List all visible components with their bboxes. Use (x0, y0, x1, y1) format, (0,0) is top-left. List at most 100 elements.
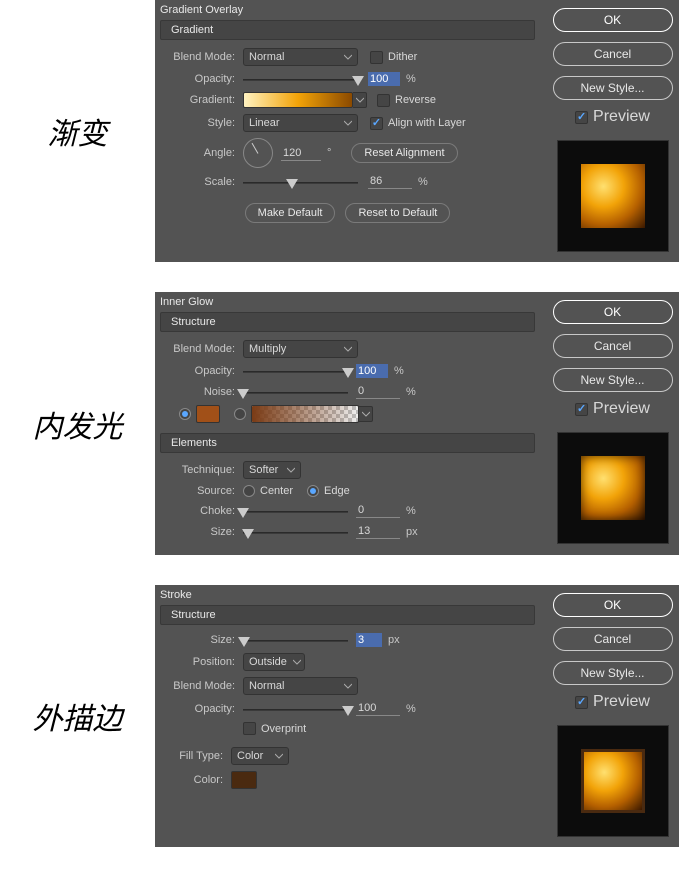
opacity-label: Opacity: (165, 365, 235, 377)
opacity-input[interactable] (368, 72, 400, 86)
chevron-down-icon (344, 119, 352, 127)
glow-gradient-dropdown[interactable] (359, 406, 373, 422)
angle-input[interactable] (281, 146, 321, 161)
opacity-unit: % (406, 703, 416, 715)
align-checkbox[interactable] (370, 117, 383, 130)
center-label: Center (260, 485, 293, 497)
style-select[interactable]: Linear (243, 114, 358, 132)
opacity-unit: % (406, 73, 416, 85)
fill-type-select[interactable]: Color (231, 747, 289, 765)
size-slider[interactable] (243, 633, 348, 647)
opacity-input[interactable] (356, 701, 400, 716)
gradient-swatch[interactable] (243, 92, 353, 108)
reverse-checkbox[interactable] (377, 94, 390, 107)
panel-title: Inner Glow (155, 292, 540, 310)
fill-type-label: Fill Type: (165, 750, 223, 762)
side-panel: OK Cancel New Style... Preview (540, 0, 679, 262)
chevron-down-icon (275, 752, 283, 760)
section-elements: Elements (160, 433, 535, 453)
scale-input[interactable] (368, 174, 412, 189)
preview-box (557, 432, 669, 544)
blend-mode-label: Blend Mode: (165, 680, 235, 692)
size-label: Size: (165, 634, 235, 646)
preview-label: Preview (593, 400, 650, 418)
cn-label-gradient: 渐变 (0, 0, 155, 262)
new-style-button[interactable]: New Style... (553, 368, 673, 392)
preview-swatch (581, 456, 645, 520)
preview-swatch (581, 749, 645, 813)
technique-label: Technique: (165, 464, 235, 476)
position-label: Position: (165, 656, 235, 668)
angle-label: Angle: (165, 147, 235, 159)
gradient-radio[interactable] (234, 408, 246, 420)
stroke-color-swatch[interactable] (231, 771, 257, 789)
reset-alignment-button[interactable]: Reset Alignment (351, 143, 457, 163)
blend-mode-select[interactable]: Multiply (243, 340, 358, 358)
new-style-button[interactable]: New Style... (553, 661, 673, 685)
noise-unit: % (406, 386, 416, 398)
blend-mode-label: Blend Mode: (165, 343, 235, 355)
panel-title: Gradient Overlay (155, 0, 540, 18)
chevron-down-icon (344, 682, 352, 690)
stroke-panel: Stroke Structure Size: px Position: Outs… (155, 585, 540, 847)
overprint-checkbox[interactable] (243, 722, 256, 735)
scale-slider[interactable] (243, 175, 358, 189)
cn-label-stroke: 外描边 (0, 585, 155, 847)
chevron-down-icon (293, 658, 301, 666)
noise-input[interactable] (356, 384, 400, 399)
source-center-radio[interactable] (243, 485, 255, 497)
gradient-picker-dropdown[interactable] (353, 92, 367, 108)
size-unit: px (406, 526, 418, 538)
preview-swatch (581, 164, 645, 228)
ok-button[interactable]: OK (553, 300, 673, 324)
new-style-button[interactable]: New Style... (553, 76, 673, 100)
choke-input[interactable] (356, 503, 400, 518)
technique-select[interactable]: Softer (243, 461, 301, 479)
ok-button[interactable]: OK (553, 8, 673, 32)
choke-label: Choke: (165, 505, 235, 517)
opacity-slider[interactable] (243, 364, 348, 378)
blend-mode-select[interactable]: Normal (243, 48, 358, 66)
align-label: Align with Layer (388, 117, 466, 129)
scale-unit: % (418, 176, 428, 188)
reset-to-default-button[interactable]: Reset to Default (345, 203, 450, 223)
section-structure: Structure (160, 312, 535, 332)
choke-slider[interactable] (243, 504, 348, 518)
cancel-button[interactable]: Cancel (553, 334, 673, 358)
make-default-button[interactable]: Make Default (245, 203, 336, 223)
side-panel: OK Cancel New Style... Preview (540, 292, 679, 555)
reverse-label: Reverse (395, 94, 436, 106)
blend-mode-label: Blend Mode: (165, 51, 235, 63)
preview-checkbox[interactable] (575, 403, 588, 416)
preview-checkbox[interactable] (575, 111, 588, 124)
size-label: Size: (165, 526, 235, 538)
dither-checkbox[interactable] (370, 51, 383, 64)
gradient-label: Gradient: (165, 94, 235, 106)
opacity-slider[interactable] (243, 72, 358, 86)
size-slider[interactable] (243, 525, 348, 539)
cancel-button[interactable]: Cancel (553, 627, 673, 651)
section-structure: Structure (160, 605, 535, 625)
cn-label-inner-glow: 内发光 (0, 292, 155, 555)
glow-color-swatch[interactable] (196, 405, 220, 423)
noise-slider[interactable] (243, 385, 348, 399)
angle-dial[interactable] (243, 138, 273, 168)
cancel-button[interactable]: Cancel (553, 42, 673, 66)
ok-button[interactable]: OK (553, 593, 673, 617)
source-edge-radio[interactable] (307, 485, 319, 497)
angle-unit: ° (327, 147, 331, 159)
preview-checkbox[interactable] (575, 696, 588, 709)
solid-color-radio[interactable] (179, 408, 191, 420)
position-select[interactable]: Outside (243, 653, 305, 671)
size-input[interactable] (356, 633, 382, 647)
opacity-input[interactable] (356, 364, 388, 378)
opacity-slider[interactable] (243, 702, 348, 716)
blend-mode-select[interactable]: Normal (243, 677, 358, 695)
chevron-down-icon (287, 466, 295, 474)
size-input[interactable] (356, 524, 400, 539)
color-label: Color: (165, 774, 223, 786)
glow-gradient-swatch[interactable] (251, 405, 359, 423)
chevron-down-icon (344, 53, 352, 61)
edge-label: Edge (324, 485, 350, 497)
side-panel: OK Cancel New Style... Preview (540, 585, 679, 847)
